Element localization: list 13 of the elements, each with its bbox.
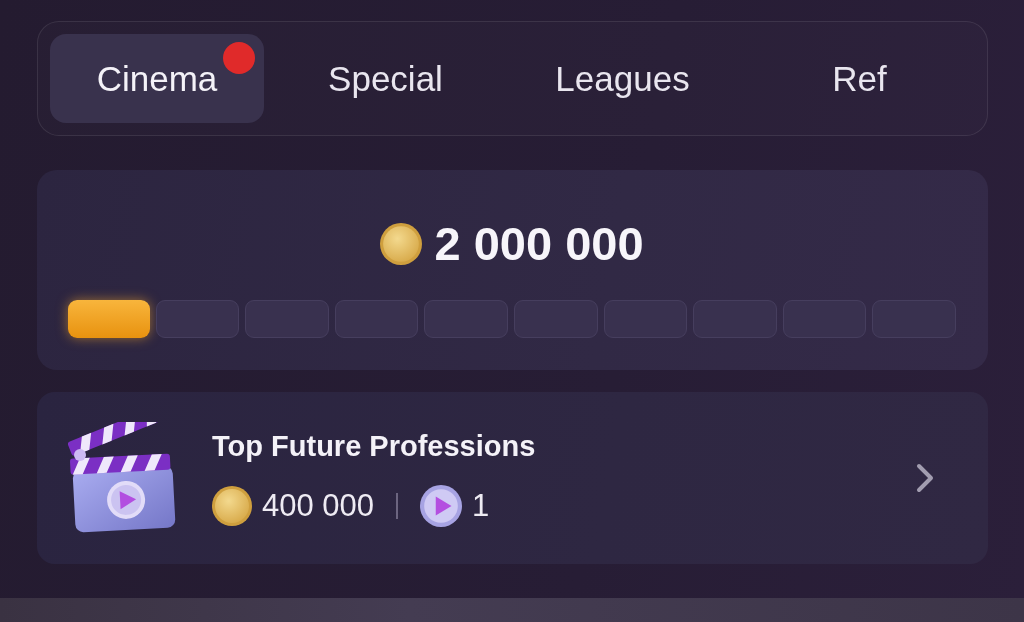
tab[interactable]: Cinema: [50, 34, 264, 123]
chevron-right-icon[interactable]: [916, 463, 934, 493]
tab[interactable]: Special: [270, 34, 501, 123]
balance-amount: 2 000 000: [434, 216, 644, 271]
task-title: Top Future Professions: [212, 429, 536, 463]
tab[interactable]: Ref: [744, 34, 975, 123]
task-card[interactable]: Top Future Professions 400 000 1: [37, 392, 988, 564]
video-reward: 1: [472, 487, 490, 524]
coin-reward: 400 000: [262, 487, 375, 524]
play-coin-icon: [420, 484, 463, 527]
coin-icon: [212, 485, 252, 526]
coin-icon: [380, 222, 423, 265]
tab[interactable]: Leagues: [507, 34, 738, 123]
